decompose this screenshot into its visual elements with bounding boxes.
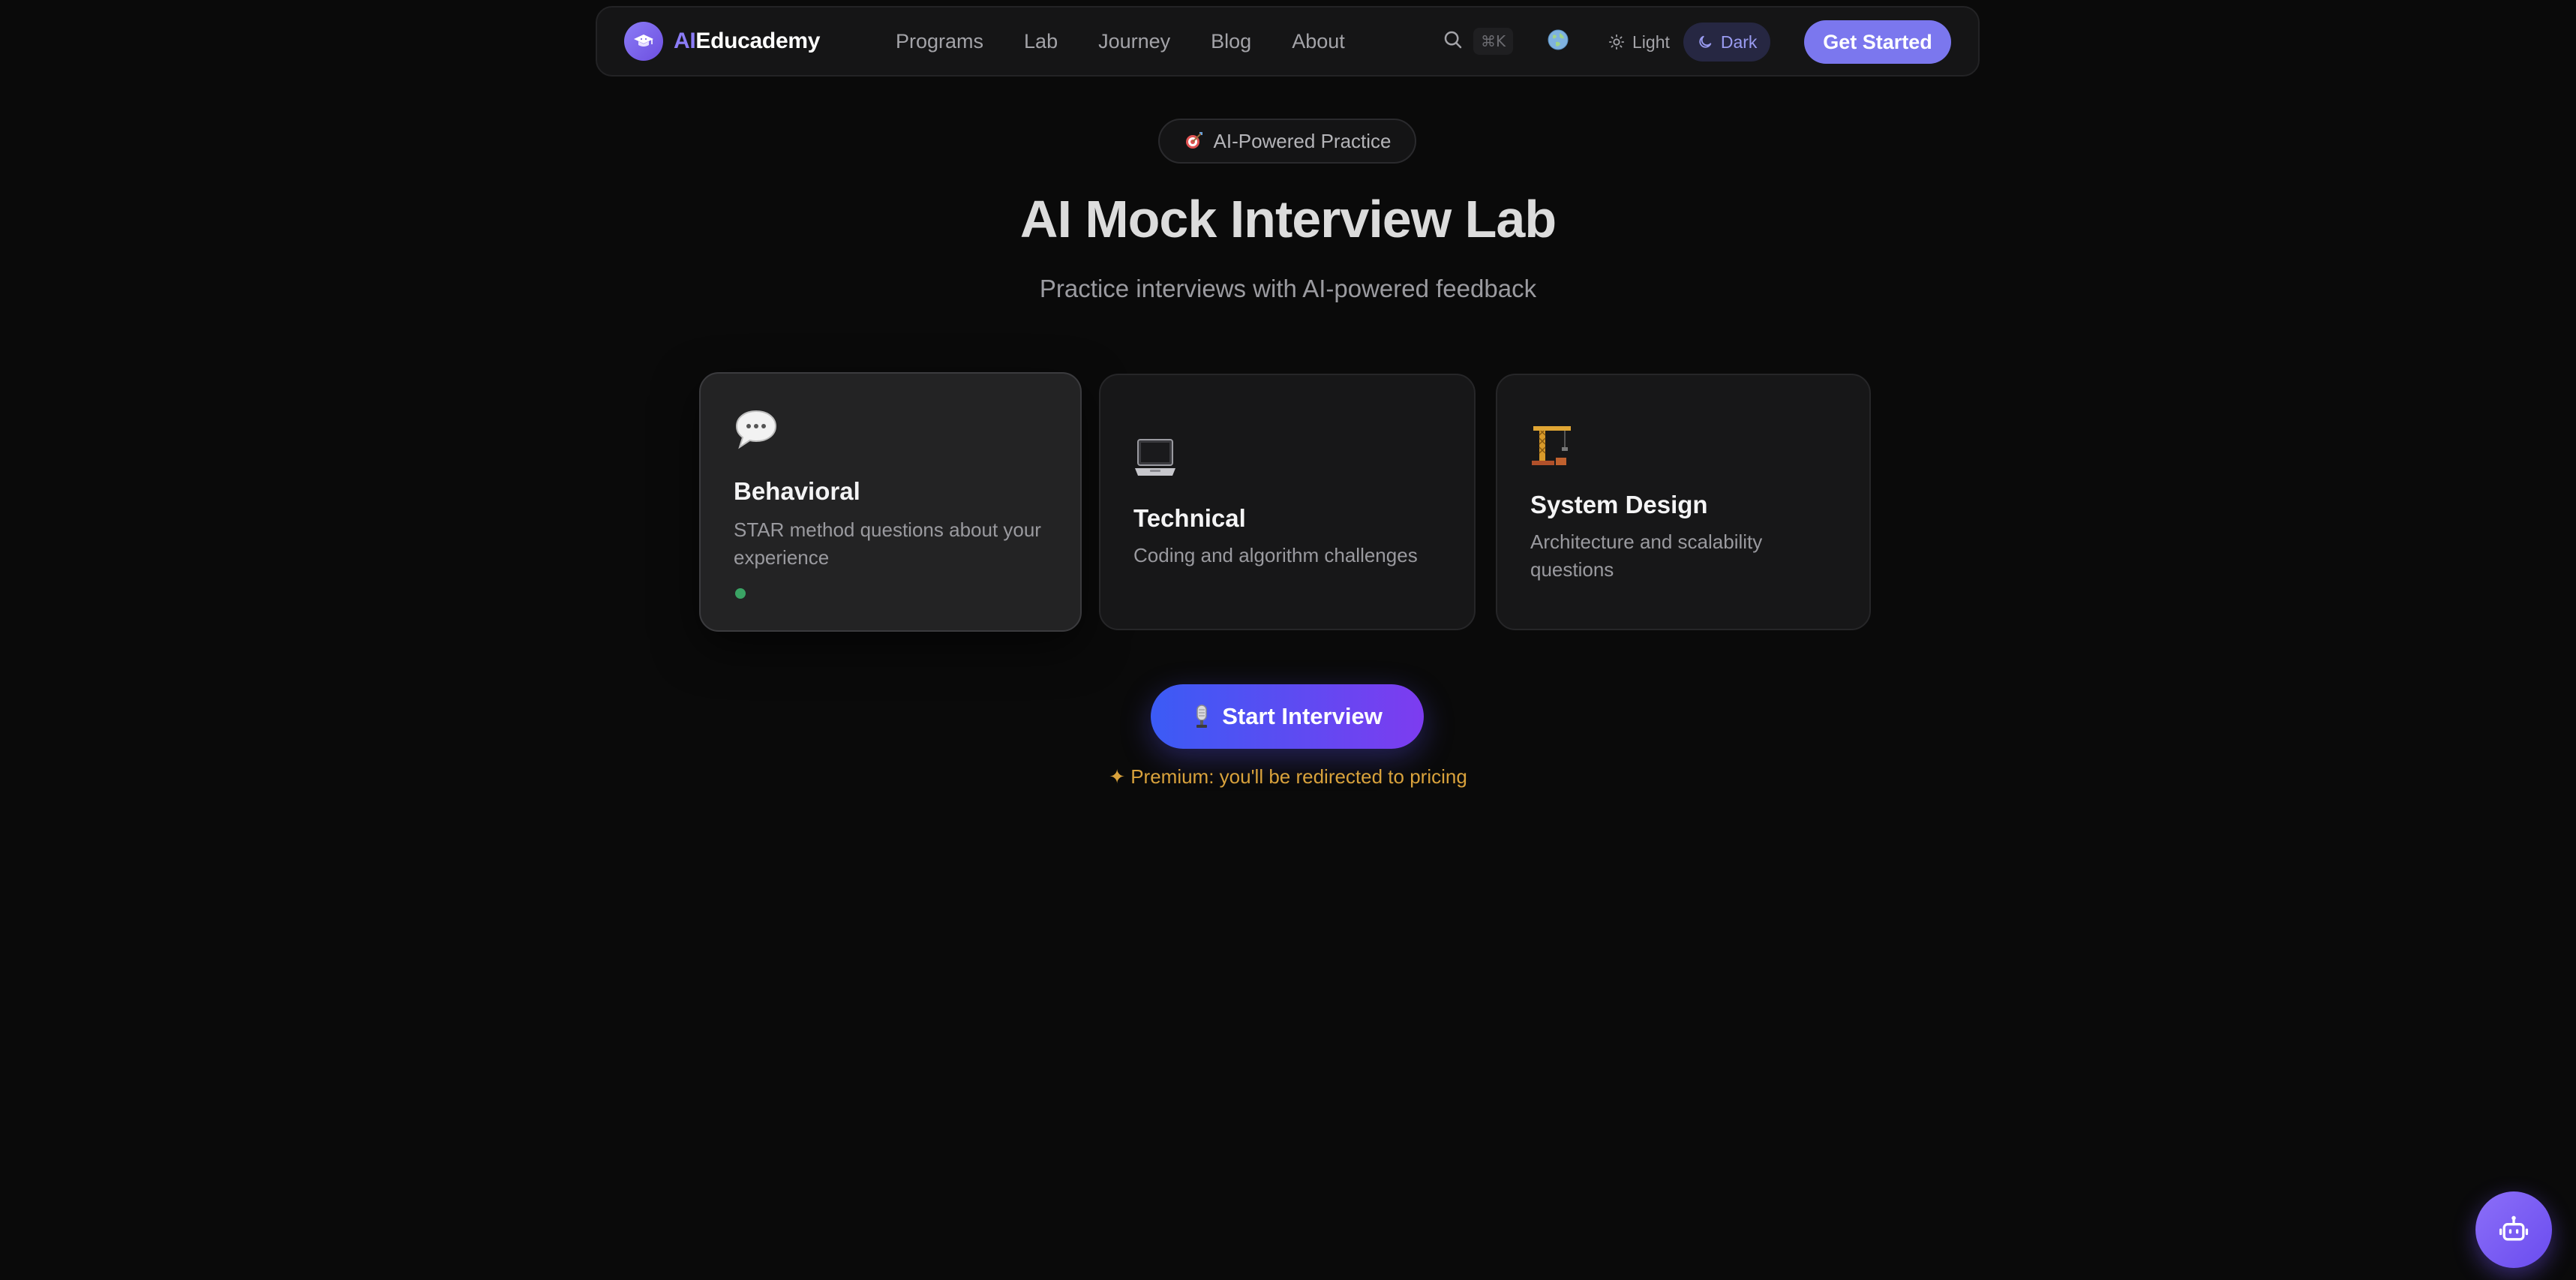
- brand-name: AIEducademy: [674, 29, 820, 54]
- card-title: Technical: [1133, 504, 1246, 532]
- ai-assistant-button[interactable]: [2475, 1191, 2552, 1268]
- brand-logo-link[interactable]: AIEducademy: [624, 22, 820, 61]
- target-icon: [1184, 131, 1203, 151]
- nav-links: Programs Lab Journey Blog About: [896, 8, 1345, 75]
- globe-icon: [1547, 29, 1569, 55]
- graduation-cap-icon: [624, 22, 663, 61]
- theme-toggle: Light Dark: [1595, 21, 1771, 63]
- page-title: AI Mock Interview Lab: [1019, 190, 1557, 248]
- language-button[interactable]: [1542, 26, 1574, 57]
- search-shortcut-hint: ⌘K: [1473, 28, 1514, 55]
- premium-note: ✦ Premium: you'll be redirected to prici…: [1109, 765, 1467, 788]
- nav-link-programs[interactable]: Programs: [896, 30, 983, 53]
- microphone-icon: [1192, 704, 1211, 729]
- theme-dark-label: Dark: [1720, 32, 1758, 52]
- search-button[interactable]: ⌘K: [1442, 24, 1514, 59]
- nav-link-journey[interactable]: Journey: [1098, 30, 1170, 53]
- card-description: Architecture and scalability questions: [1530, 530, 1763, 581]
- start-interview-label: Start Interview: [1222, 703, 1383, 729]
- page: AIEducademy Programs Lab Journey Blog Ab…: [0, 0, 2576, 1280]
- interview-type-card-system-design[interactable]: System Design Architecture and scalabili…: [1496, 374, 1871, 630]
- hero-badge: AI-Powered Practice: [1158, 119, 1416, 164]
- robot-icon: [2497, 1213, 2530, 1246]
- nav-link-about[interactable]: About: [1292, 30, 1345, 53]
- card-title: System Design: [1530, 491, 1708, 518]
- card-title: Behavioral: [734, 477, 860, 505]
- speech-bubble-icon: [734, 408, 779, 454]
- interview-type-card-technical[interactable]: Technical Coding and algorithm challenge…: [1099, 374, 1476, 630]
- card-description: Coding and algorithm challenges: [1133, 544, 1418, 566]
- brand-word: Educademy: [695, 29, 821, 53]
- get-started-button[interactable]: Get Started: [1804, 20, 1951, 64]
- laptop-icon: [1133, 437, 1177, 482]
- nav-link-lab[interactable]: Lab: [1024, 30, 1058, 53]
- selected-indicator-dot: [735, 588, 746, 599]
- moon-icon: [1697, 34, 1721, 50]
- search-icon: [1442, 29, 1464, 55]
- crane-icon: [1530, 422, 1572, 470]
- sun-icon: [1608, 34, 1632, 50]
- interview-type-card-behavioral[interactable]: Behavioral STAR method questions about y…: [699, 372, 1082, 632]
- page-subtitle: Practice interviews with AI-powered feed…: [1039, 275, 1537, 302]
- brand-prefix: AI: [674, 29, 696, 53]
- start-interview-button[interactable]: Start Interview: [1151, 684, 1424, 749]
- top-navbar: AIEducademy Programs Lab Journey Blog Ab…: [596, 6, 1980, 77]
- card-description: STAR method questions about your experie…: [734, 518, 1041, 569]
- theme-dark-button[interactable]: Dark: [1683, 23, 1771, 62]
- nav-link-blog[interactable]: Blog: [1211, 30, 1251, 53]
- hero-badge-label: AI-Powered Practice: [1213, 129, 1392, 152]
- theme-light-label: Light: [1632, 32, 1670, 52]
- theme-light-button[interactable]: Light: [1595, 23, 1683, 62]
